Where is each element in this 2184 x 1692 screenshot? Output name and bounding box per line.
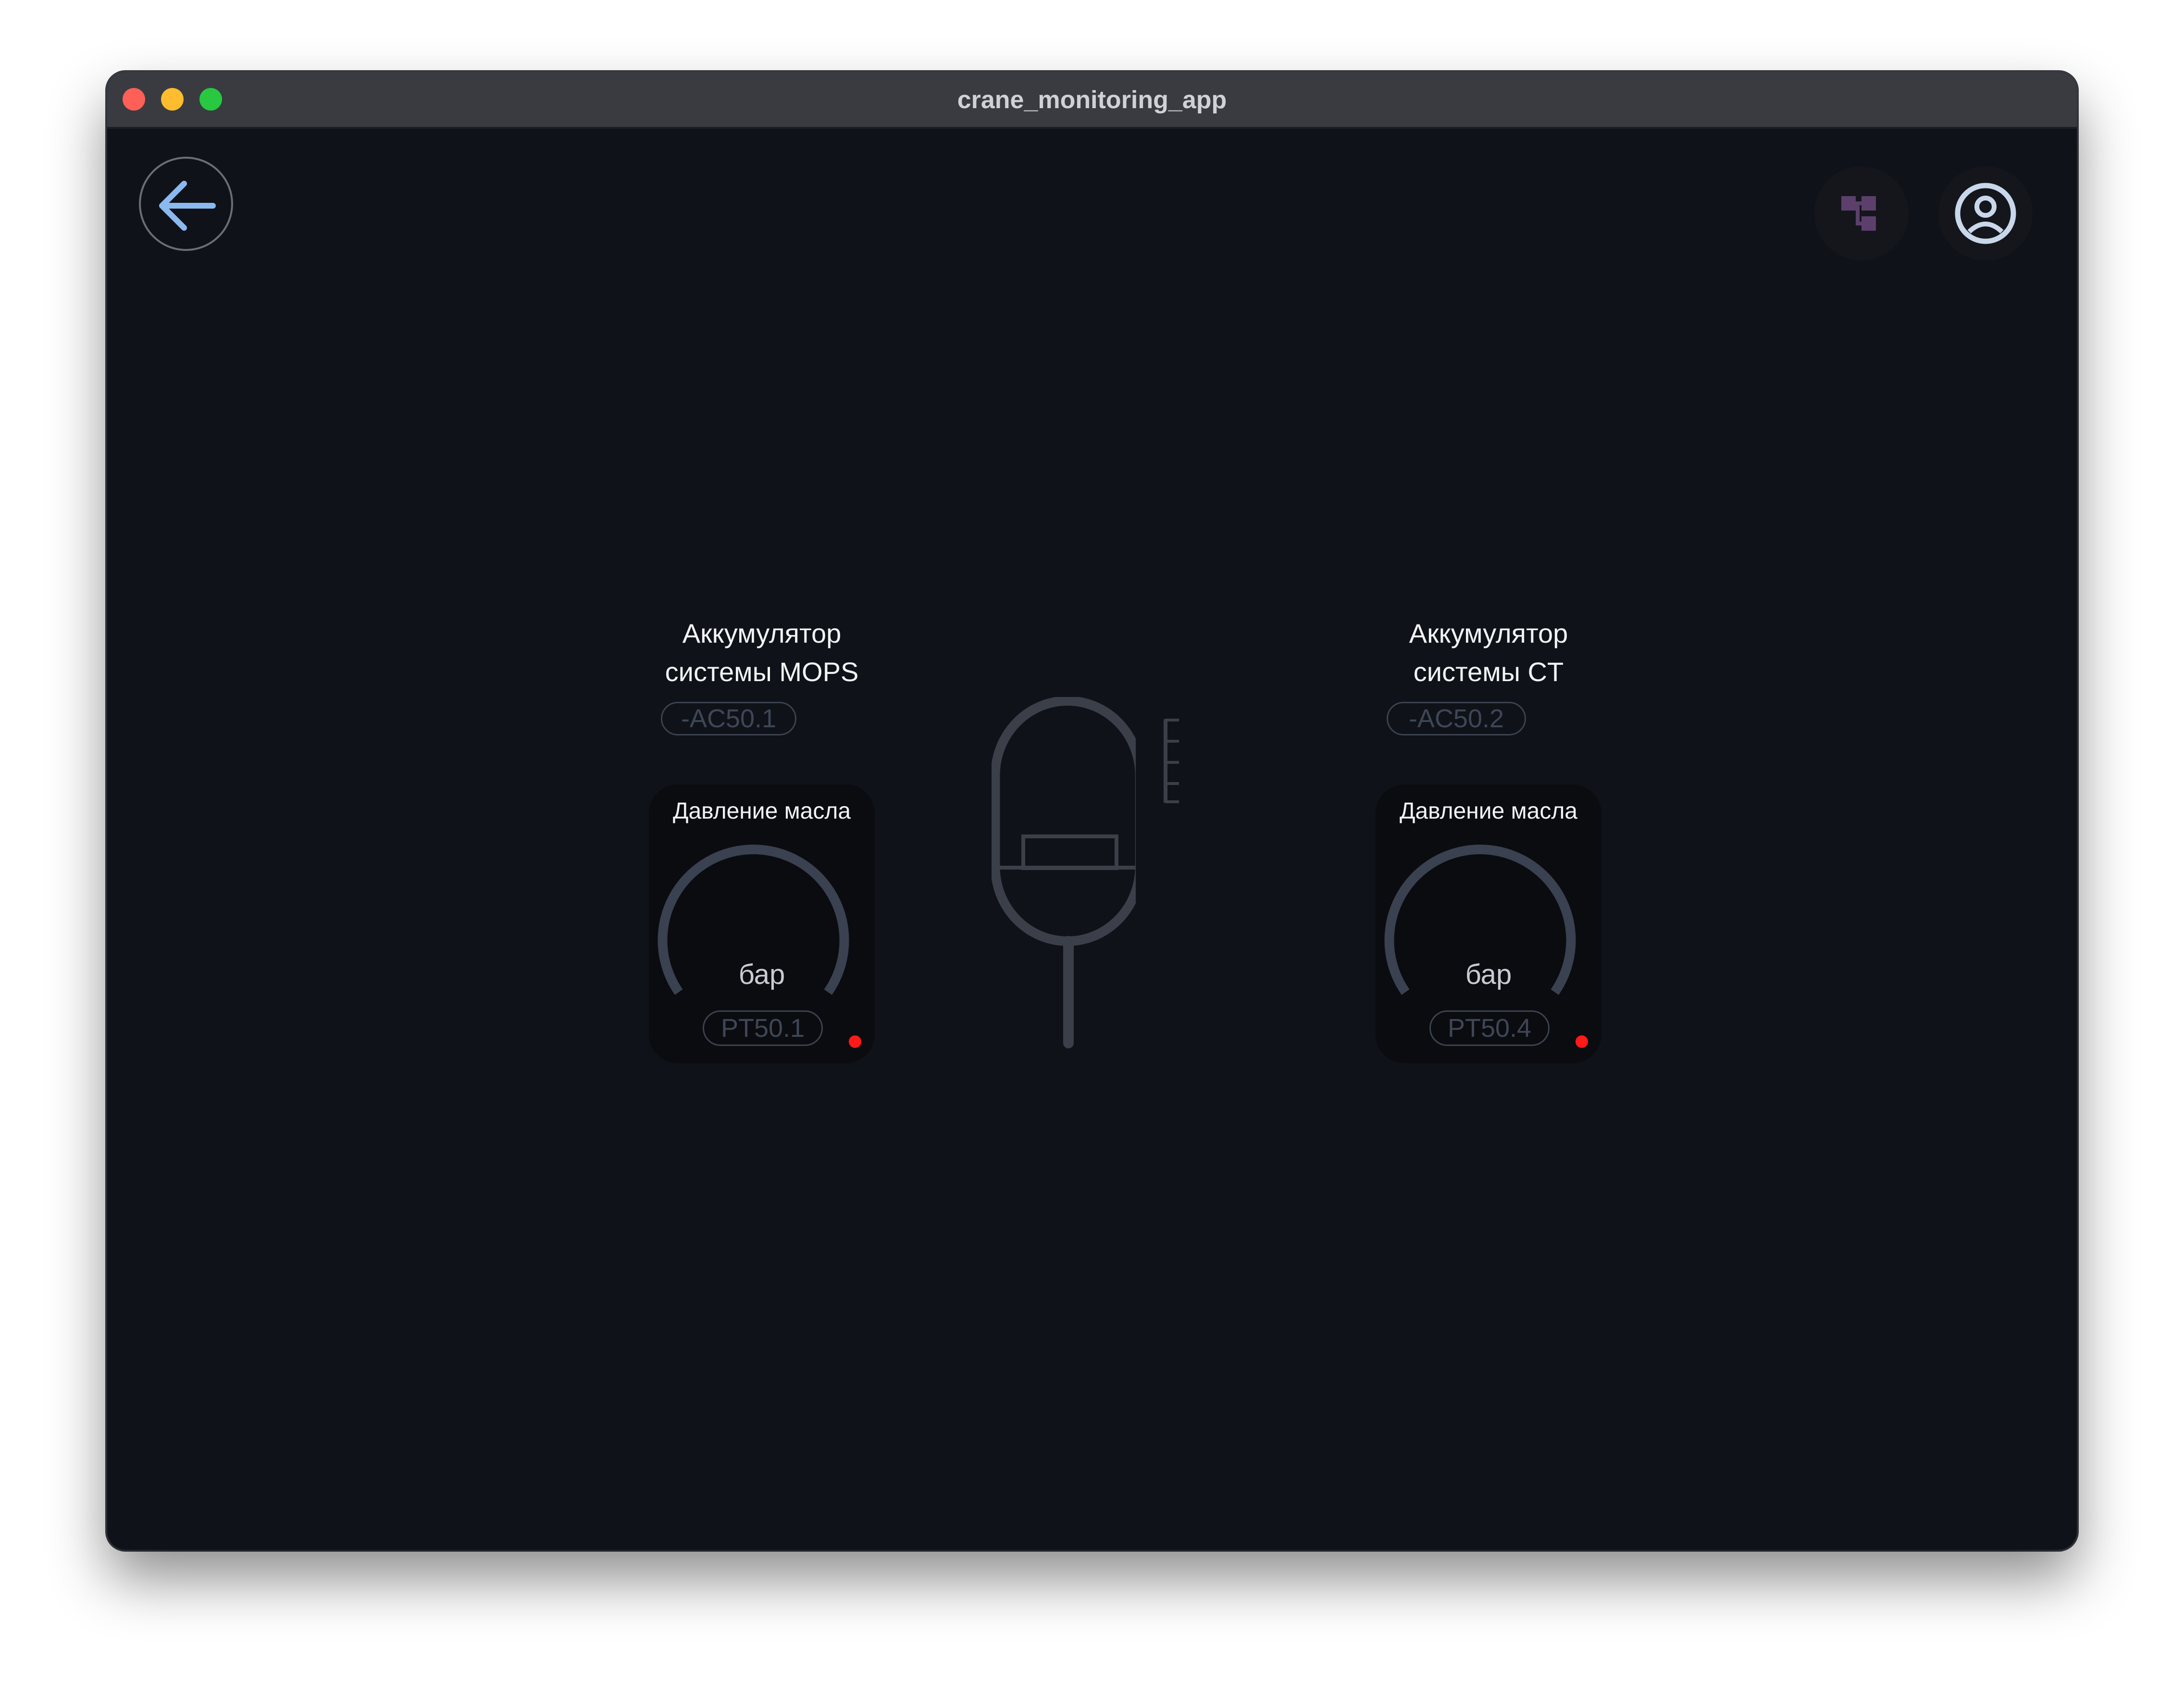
accumulator-title-line2: системы MOPS	[665, 657, 859, 687]
accumulator-title-line1: Аккумулятор	[682, 618, 842, 648]
arrow-left-icon	[159, 181, 216, 231]
gauge-unit: бар	[738, 959, 785, 990]
accumulator-title-line1: Аккумулятор	[1409, 618, 1568, 648]
title-bar: crane_monitoring_app	[107, 72, 2077, 129]
gauge-unit: бар	[1465, 959, 1512, 990]
user-circle-icon	[1955, 183, 2016, 244]
status-indicator-dot	[849, 1035, 861, 1048]
accumulator-symbol-diagram	[992, 697, 1136, 1048]
user-profile-button[interactable]	[1938, 166, 2033, 261]
sensor-tag: PT50.4	[1429, 1010, 1550, 1046]
accumulator-ct-title: Аккумулятор системы CT	[1344, 614, 1633, 691]
oil-pressure-gauge-card: Давление масла бар PT50.4	[1376, 784, 1601, 1063]
accumulator-tag: -AC50.1	[661, 702, 796, 735]
accumulator-title-line2: системы CT	[1413, 657, 1564, 687]
sensor-tag: PT50.1	[703, 1010, 823, 1046]
hierarchy-button[interactable]	[1814, 166, 1909, 261]
accumulator-mops-title: Аккумулятор системы MOPS	[618, 614, 906, 691]
back-button[interactable]	[139, 157, 233, 251]
oil-pressure-gauge-card: Давление масла бар PT50.1	[649, 784, 875, 1063]
accumulator-tag: -AC50.2	[1387, 702, 1526, 735]
hierarchy-icon	[1841, 196, 1876, 231]
level-scale-icon	[1164, 719, 1179, 803]
app-window: crane_monitoring_app Аккумулятор системы…	[107, 72, 2077, 1550]
window-title: crane_monitoring_app	[957, 86, 1227, 114]
status-indicator-dot	[1576, 1035, 1588, 1048]
